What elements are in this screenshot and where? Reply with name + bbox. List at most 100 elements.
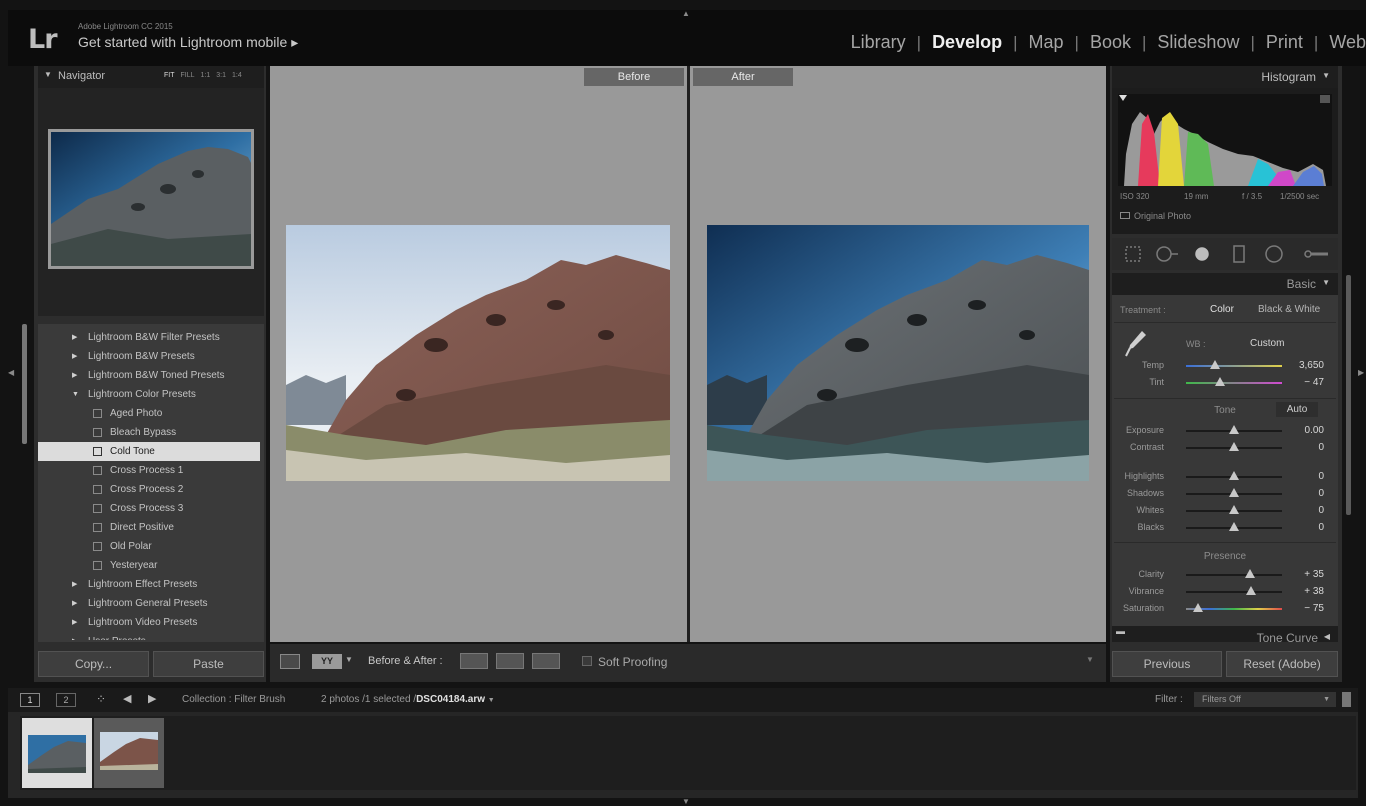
preset-folder[interactable]: ▶ Lightroom Effect Presets — [38, 575, 260, 594]
swap-before-after-icon[interactable] — [532, 653, 560, 669]
preset-folder[interactable]: ▶ Lightroom B&W Filter Presets — [38, 328, 260, 347]
back-arrow-icon[interactable]: ◀ — [123, 692, 131, 705]
filter-dropdown[interactable]: Filters Off ▼ — [1194, 692, 1336, 707]
module-web[interactable]: Web — [1329, 32, 1366, 53]
slider-track[interactable] — [1186, 382, 1282, 384]
slider-thumb[interactable] — [1229, 505, 1239, 514]
previous-button[interactable]: Previous — [1112, 651, 1222, 677]
original-photo-checkbox[interactable] — [1120, 212, 1130, 219]
module-develop[interactable]: Develop — [932, 32, 1002, 53]
slider-value[interactable]: − 47 — [1304, 377, 1324, 388]
grid-view-icon[interactable]: ⁘ — [96, 692, 106, 706]
preset-item[interactable]: Aged Photo — [38, 404, 260, 423]
slider-value[interactable]: 0 — [1318, 522, 1324, 533]
crop-icon[interactable] — [1125, 246, 1141, 262]
slider-thumb[interactable] — [1214, 377, 1225, 386]
reset-button[interactable]: Reset (Adobe) — [1226, 651, 1338, 677]
slider-track[interactable] — [1186, 365, 1282, 367]
red-eye-icon[interactable] — [1195, 247, 1209, 261]
adjustment-brush-icon[interactable] — [1304, 250, 1312, 258]
slider-thumb[interactable] — [1229, 442, 1239, 451]
preset-item[interactable]: Cold Tone — [38, 442, 260, 461]
module-slideshow[interactable]: Slideshow — [1157, 32, 1239, 53]
preset-item[interactable]: Bleach Bypass — [38, 423, 260, 442]
preset-item[interactable]: Old Polar — [38, 537, 260, 556]
treatment-bw-button[interactable]: Black & White — [1258, 304, 1320, 315]
slider-value[interactable]: 0 — [1318, 505, 1324, 516]
preset-folder[interactable]: ▶ Lightroom General Presets — [38, 594, 260, 613]
graduated-filter-icon[interactable] — [1233, 245, 1245, 263]
slider-thumb[interactable] — [1193, 603, 1204, 612]
slider-value[interactable]: + 38 — [1304, 586, 1324, 597]
filter-lock-icon[interactable] — [1342, 692, 1351, 707]
slider-thumb[interactable] — [1229, 425, 1239, 434]
bottom-panel-toggle-icon[interactable]: ▼ — [682, 797, 690, 806]
preset-item[interactable]: Cross Process 3 — [38, 499, 260, 518]
paste-button[interactable]: Paste — [153, 651, 264, 677]
filmstrip-thumbnail-after[interactable] — [22, 718, 92, 788]
presets-scrollbar[interactable] — [22, 324, 27, 444]
copy-after-to-before-icon[interactable] — [496, 653, 524, 669]
radial-filter-icon[interactable] — [1265, 245, 1283, 263]
slider-thumb[interactable] — [1229, 488, 1239, 497]
slider-value[interactable]: 3,650 — [1299, 360, 1324, 371]
module-print[interactable]: Print — [1266, 32, 1303, 53]
slider-value[interactable]: 0 — [1318, 442, 1324, 453]
copy-button[interactable]: Copy... — [38, 651, 149, 677]
toolbar-menu-icon[interactable]: ▼ — [1086, 655, 1094, 664]
preset-item[interactable]: Cross Process 2 — [38, 480, 260, 499]
top-panel-toggle-icon[interactable]: ▲ — [682, 9, 690, 18]
slider-track[interactable] — [1186, 591, 1282, 593]
slider-thumb[interactable] — [1229, 471, 1239, 480]
preset-folder[interactable]: ▶ User Presets — [38, 632, 260, 640]
preset-folder[interactable]: ▼ Lightroom Color Presets — [38, 385, 260, 404]
preset-folder[interactable]: ▶ Lightroom B&W Toned Presets — [38, 366, 260, 385]
slider-thumb[interactable] — [1209, 360, 1220, 369]
slider-thumb[interactable] — [1245, 569, 1256, 578]
right-panel-scrollbar[interactable] — [1346, 275, 1351, 515]
navigator-header[interactable]: ▼ Navigator FIT FILL 1:1 3:1 1:4 — [38, 66, 264, 88]
forward-arrow-icon[interactable]: ▶ — [148, 692, 156, 705]
preset-item[interactable]: Cross Process 1 — [38, 461, 260, 480]
before-after-view-icon[interactable]: YY — [312, 654, 342, 669]
after-photo[interactable] — [707, 225, 1089, 481]
copy-before-to-after-icon[interactable] — [460, 653, 488, 669]
slider-value[interactable]: 0 — [1318, 471, 1324, 482]
slider-value[interactable]: + 35 — [1304, 569, 1324, 580]
tone-curve-toggle-icon[interactable]: ▬ — [1116, 626, 1125, 636]
filmstrip-thumbnail-before[interactable] — [94, 718, 164, 788]
module-book[interactable]: Book — [1090, 32, 1131, 53]
zoom-option[interactable]: 3:1 — [216, 72, 226, 79]
treatment-color-button[interactable]: Color — [1210, 304, 1234, 315]
preset-folder[interactable]: ▶ Lightroom B&W Presets — [38, 347, 260, 366]
loupe-view-icon[interactable] — [280, 654, 300, 669]
soft-proofing-checkbox[interactable] — [582, 656, 592, 666]
preset-item[interactable]: Direct Positive — [38, 518, 260, 537]
module-library[interactable]: Library — [851, 32, 906, 53]
preset-item[interactable]: Yesteryear — [38, 556, 260, 575]
chevron-down-icon[interactable]: ▼ — [488, 697, 495, 704]
highlight-clipping-icon[interactable] — [1320, 95, 1330, 103]
slider-track[interactable] — [1186, 574, 1282, 576]
slider-value[interactable]: 0.00 — [1305, 425, 1324, 436]
zoom-option[interactable]: 1:1 — [201, 72, 211, 79]
before-photo[interactable] — [286, 225, 670, 481]
white-balance-eyedropper-icon[interactable] — [1124, 329, 1148, 359]
navigator-zoom-options[interactable]: FIT FILL 1:1 3:1 1:4 — [164, 72, 248, 79]
slider-thumb[interactable] — [1246, 586, 1257, 595]
zoom-option[interactable]: 1:4 — [232, 72, 242, 79]
module-map[interactable]: Map — [1029, 32, 1064, 53]
secondary-window-button[interactable]: 2 — [56, 693, 76, 707]
zoom-option[interactable]: FILL — [181, 72, 195, 79]
auto-tone-button[interactable]: Auto — [1276, 402, 1318, 417]
mobile-promo-link[interactable]: Get started with Lightroom mobile ▸ — [78, 34, 298, 51]
chevron-down-icon[interactable]: ▼ — [345, 655, 353, 664]
wb-preset-dropdown[interactable]: Custom — [1250, 338, 1284, 349]
main-window-button[interactable]: 1 — [20, 693, 40, 707]
slider-value[interactable]: 0 — [1318, 488, 1324, 499]
filmstrip-source[interactable]: Collection : Filter Brush — [182, 694, 285, 705]
tone-curve-header[interactable]: ▬ Tone Curve ◀ — [1112, 626, 1338, 642]
zoom-option[interactable]: FIT — [164, 72, 175, 79]
preset-folder[interactable]: ▶ Lightroom Video Presets — [38, 613, 260, 632]
left-panel-toggle-icon[interactable]: ◀ — [8, 368, 14, 377]
